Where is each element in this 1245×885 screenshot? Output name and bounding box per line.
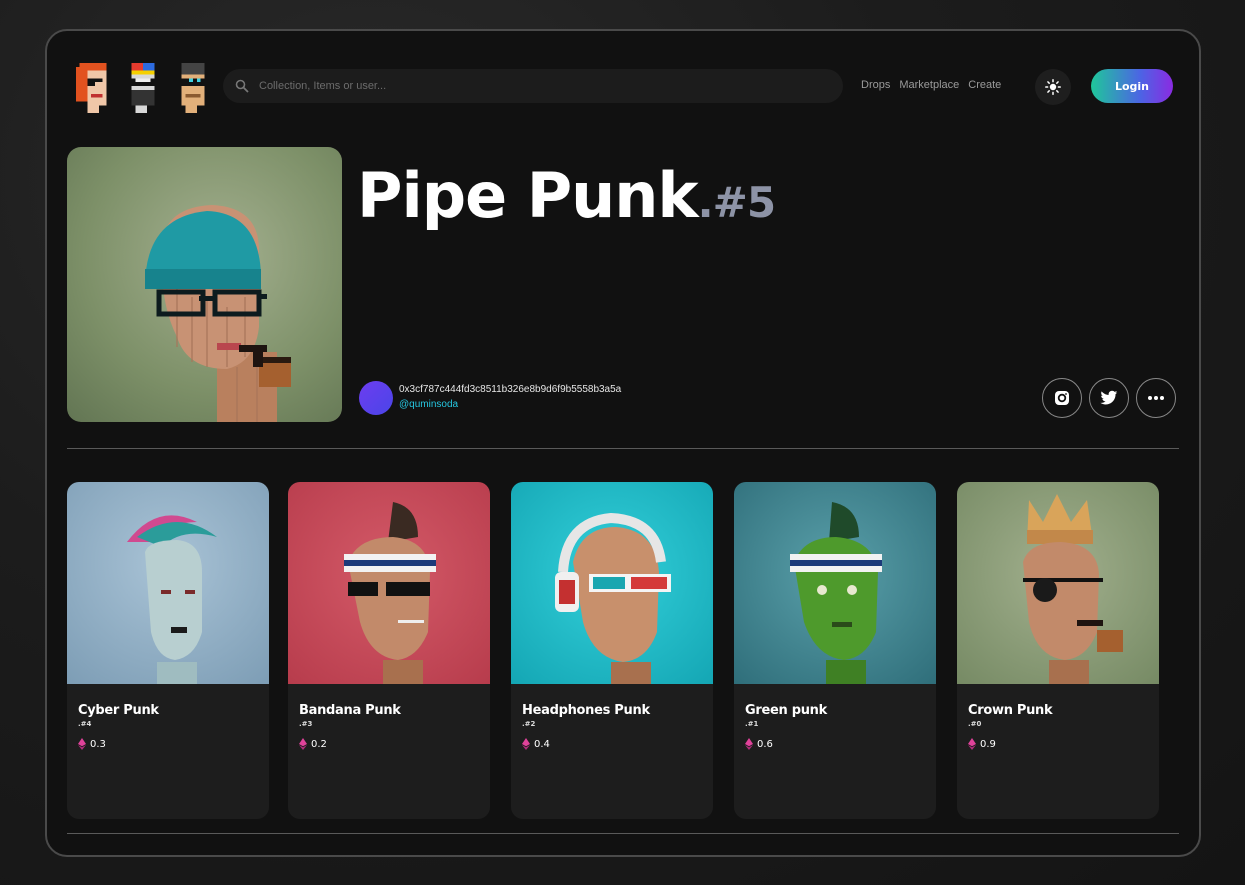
card-number: .#4 [78, 720, 92, 728]
more-options-button[interactable] [1136, 378, 1176, 418]
headphones-punk-artwork [555, 512, 671, 684]
card-image [67, 482, 269, 684]
divider-bottom [67, 833, 1179, 834]
card-image [511, 482, 713, 684]
card-price-value: 0.3 [90, 738, 106, 750]
card-image [734, 482, 936, 684]
card-price: 0.3 [78, 738, 106, 750]
login-button[interactable]: Login [1091, 69, 1173, 103]
nav-create[interactable]: Create [968, 79, 1001, 91]
eth-icon [968, 738, 976, 750]
punk-logo-1-icon[interactable] [75, 63, 115, 113]
card-price-value: 0.2 [311, 738, 327, 750]
divider-top [67, 448, 1179, 449]
item-image [67, 147, 342, 422]
card-price: 0.6 [745, 738, 773, 750]
owner-avatar[interactable] [359, 381, 393, 415]
item-number: .#5 [697, 178, 776, 227]
theme-toggle-button[interactable] [1035, 69, 1071, 105]
pipe-punk-artwork [145, 205, 291, 422]
nav-drops[interactable]: Drops [861, 79, 890, 91]
owner-address[interactable]: 0x3cf787c444fd3c8511b326e8b9d6f9b5558b3a… [399, 384, 621, 395]
nft-card[interactable]: Cyber Punk .#4 0.3 [67, 482, 269, 819]
card-price-value: 0.4 [534, 738, 550, 750]
card-image [288, 482, 490, 684]
punk-logo-3-icon[interactable] [173, 63, 213, 113]
punk-logo-2-icon[interactable] [123, 63, 163, 113]
card-price: 0.9 [968, 738, 996, 750]
card-price-value: 0.6 [757, 738, 773, 750]
main-nav: Drops Marketplace Create [861, 79, 1001, 91]
bandana-punk-artwork [344, 502, 436, 684]
more-icon [1148, 396, 1164, 400]
card-title: Cyber Punk [78, 703, 159, 718]
nft-card[interactable]: Headphones Punk .#2 0.4 [511, 482, 713, 819]
card-title: Green punk [745, 703, 827, 718]
search-icon [235, 79, 249, 93]
nav-marketplace[interactable]: Marketplace [899, 79, 959, 91]
green-punk-artwork [790, 502, 882, 684]
card-number: .#0 [968, 720, 982, 728]
nft-card[interactable]: Crown Punk .#0 0.9 [957, 482, 1159, 819]
search-bar[interactable] [223, 69, 843, 103]
nft-card[interactable]: Green punk .#1 0.6 [734, 482, 936, 819]
card-number: .#3 [299, 720, 313, 728]
crown-punk-artwork [1023, 494, 1123, 684]
item-name: Pipe Punk [357, 159, 699, 232]
twitter-button[interactable] [1089, 378, 1129, 418]
sun-icon [1045, 79, 1061, 95]
card-title: Crown Punk [968, 703, 1053, 718]
card-number: .#2 [522, 720, 536, 728]
card-price: 0.2 [299, 738, 327, 750]
card-title: Bandana Punk [299, 703, 401, 718]
instagram-icon [1055, 391, 1069, 405]
instagram-button[interactable] [1042, 378, 1082, 418]
card-price: 0.4 [522, 738, 550, 750]
eth-icon [299, 738, 307, 750]
card-number: .#1 [745, 720, 759, 728]
eth-icon [522, 738, 530, 750]
owner-handle[interactable]: @quminsoda [399, 399, 458, 410]
card-title: Headphones Punk [522, 703, 650, 718]
eth-icon [78, 738, 86, 750]
eth-icon [745, 738, 753, 750]
card-image [957, 482, 1159, 684]
twitter-icon [1100, 390, 1118, 405]
cyber-punk-artwork [127, 515, 217, 684]
header: Drops Marketplace Create Login [47, 31, 1199, 141]
nft-card[interactable]: Bandana Punk .#3 0.2 [288, 482, 490, 819]
card-price-value: 0.9 [980, 738, 996, 750]
app-window: Drops Marketplace Create Login [45, 29, 1201, 857]
search-input[interactable] [259, 80, 819, 92]
item-title: Pipe Punk.#5 [357, 159, 776, 232]
